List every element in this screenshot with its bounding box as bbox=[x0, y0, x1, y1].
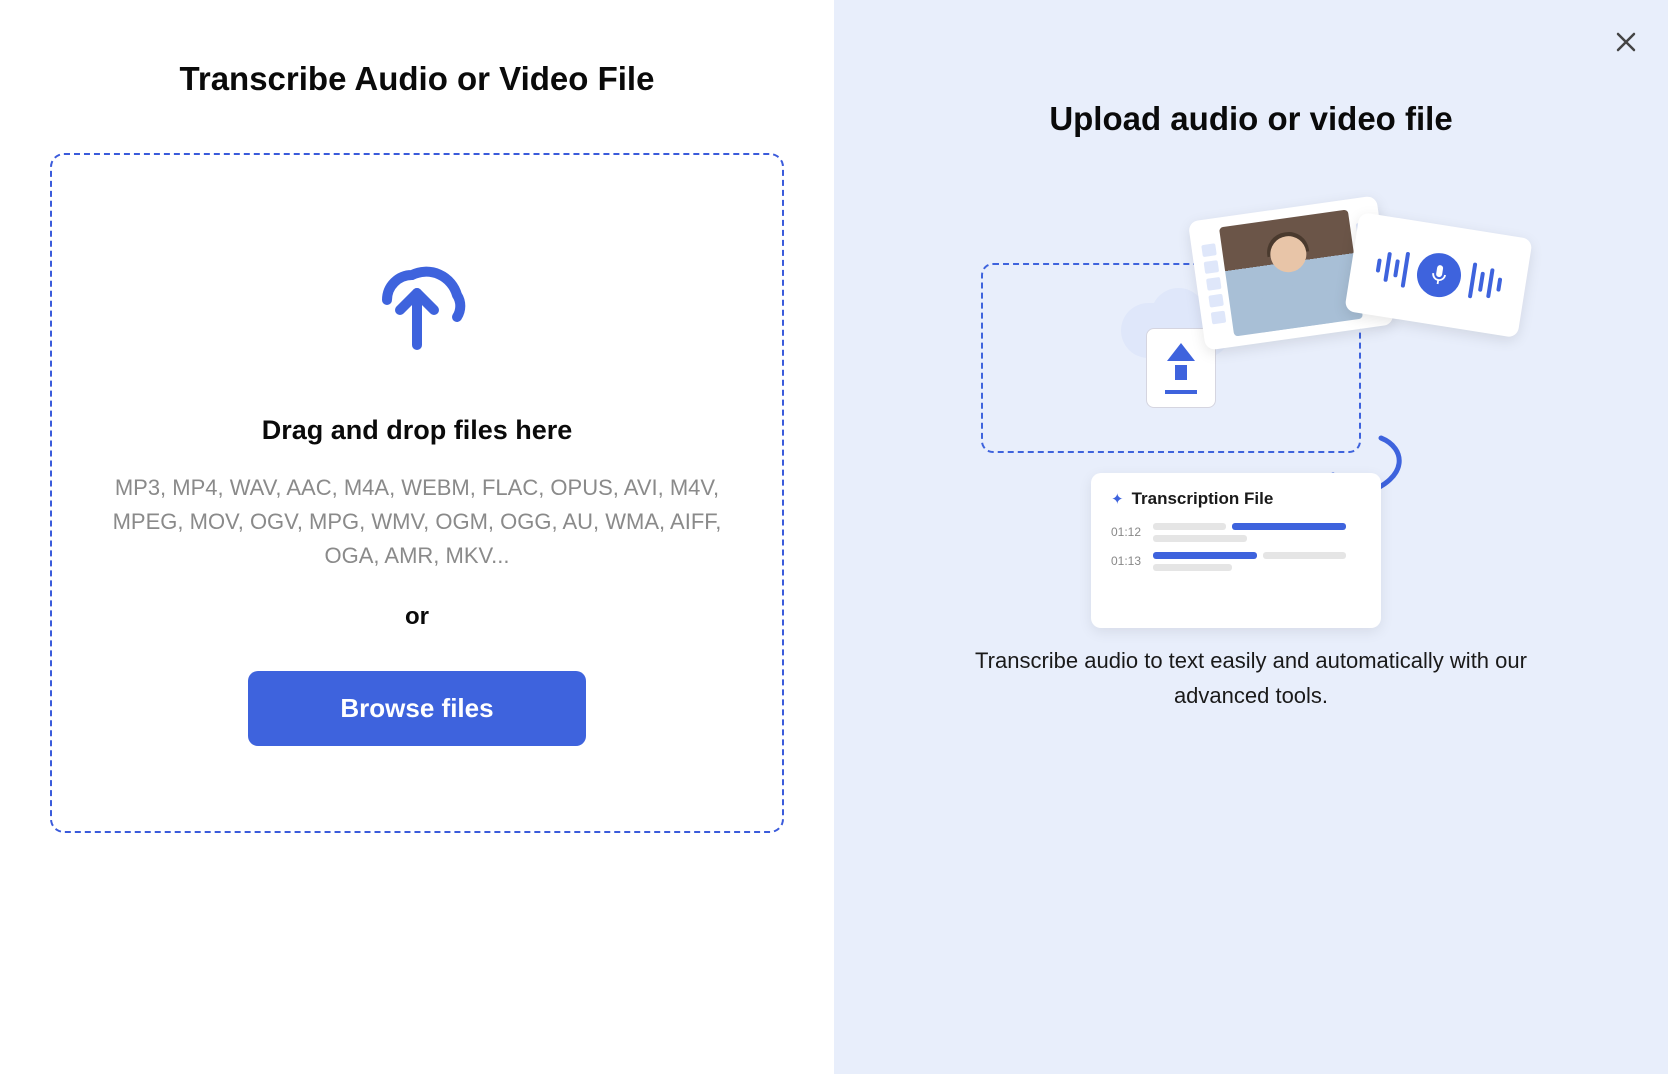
supported-formats-text: MP3, MP4, WAV, AAC, M4A, WEBM, FLAC, OPU… bbox=[92, 471, 742, 573]
left-panel: Transcribe Audio or Video File Drag and … bbox=[0, 0, 834, 1074]
drag-drop-label: Drag and drop files here bbox=[262, 415, 573, 446]
upload-illustration: ✦ Transcription File 01:12 01:13 bbox=[971, 193, 1531, 613]
transcription-card-graphic: ✦ Transcription File 01:12 01:13 bbox=[1091, 473, 1381, 628]
close-button[interactable] bbox=[1614, 30, 1638, 59]
timestamp-1: 01:12 bbox=[1111, 523, 1141, 539]
right-panel: Upload audio or video file bbox=[834, 0, 1668, 1074]
transcription-file-label: Transcription File bbox=[1132, 489, 1274, 509]
description-text: Transcribe audio to text easily and auto… bbox=[941, 643, 1561, 713]
right-title: Upload audio or video file bbox=[1049, 100, 1452, 138]
timestamp-2: 01:13 bbox=[1111, 552, 1141, 568]
or-separator: or bbox=[405, 603, 429, 631]
browse-files-button[interactable]: Browse files bbox=[248, 671, 585, 746]
video-thumbnail-icon bbox=[1219, 209, 1363, 336]
sparkle-icon: ✦ bbox=[1111, 490, 1124, 508]
file-dropzone[interactable]: Drag and drop files here MP3, MP4, WAV, … bbox=[50, 153, 784, 833]
close-icon bbox=[1614, 30, 1638, 54]
microphone-icon bbox=[1413, 250, 1463, 300]
cloud-upload-icon bbox=[352, 245, 482, 360]
page-title: Transcribe Audio or Video File bbox=[50, 60, 784, 98]
